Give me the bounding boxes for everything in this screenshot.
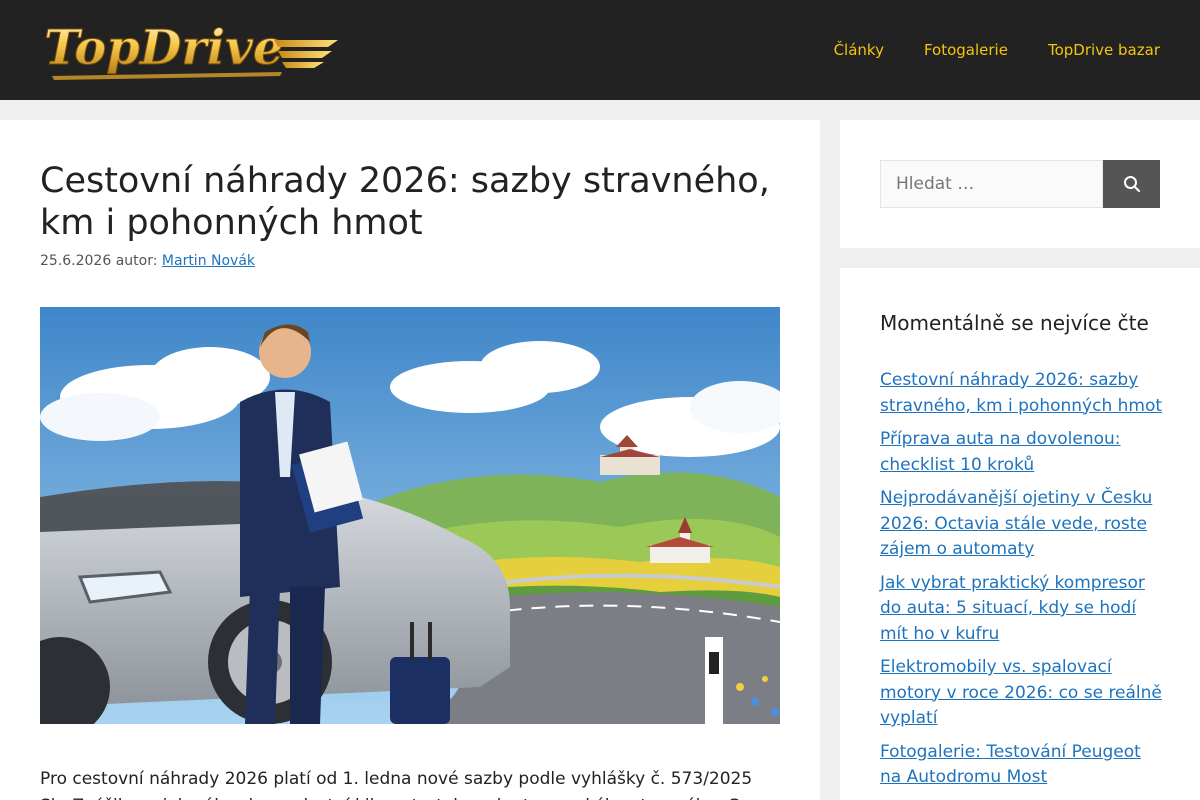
- search-button[interactable]: [1103, 160, 1160, 208]
- search-widget: [840, 120, 1200, 248]
- popular-article-link[interactable]: Fotogalerie: Testování Peugeot na Autodr…: [880, 742, 1141, 788]
- list-item: Cestovní náhrady 2026: sazby stravného, …: [880, 368, 1165, 419]
- search-input[interactable]: [880, 160, 1103, 208]
- article-card: Cestovní náhrady 2026: sazby stravného, …: [0, 120, 820, 800]
- popular-article-link[interactable]: Příprava auta na dovolenou: checklist 10…: [880, 429, 1121, 475]
- popular-article-link[interactable]: Cestovní náhrady 2026: sazby stravného, …: [880, 370, 1162, 416]
- list-item: Elektromobily vs. spalovací motory v roc…: [880, 655, 1165, 732]
- site-header: TopDrive Články Fotogalerie TopDrive baz…: [0, 0, 1200, 100]
- search-icon: [1123, 176, 1140, 192]
- article-title: Cestovní náhrady 2026: sazby stravného, …: [40, 161, 770, 243]
- nav-item-fotogalerie[interactable]: Fotogalerie: [924, 41, 1008, 59]
- popular-articles-list: Cestovní náhrady 2026: sazby stravného, …: [880, 368, 1165, 799]
- popular-article-link[interactable]: Jak vybrat praktický kompresor do auta: …: [880, 573, 1145, 644]
- nav-item-topdrive-bazar[interactable]: TopDrive bazar: [1048, 41, 1160, 59]
- popular-article-link[interactable]: Nejprodávanější ojetiny v Česku 2026: Oc…: [880, 488, 1152, 559]
- popular-articles-widget: Momentálně se nejvíce čte Cestovní náhra…: [840, 268, 1200, 800]
- article-date: 25.6.2026: [40, 253, 112, 269]
- list-item: Příprava auta na dovolenou: checklist 10…: [880, 427, 1165, 478]
- author-link[interactable]: Martin Novák: [162, 253, 255, 269]
- topdrive-logo-icon[interactable]: TopDrive: [42, 14, 342, 86]
- list-item: Jak vybrat praktický kompresor do auta: …: [880, 571, 1165, 648]
- popular-article-link[interactable]: Elektromobily vs. spalovací motory v roc…: [880, 657, 1162, 728]
- list-item: Nejprodávanější ojetiny v Česku 2026: Oc…: [880, 486, 1165, 563]
- author-prefix: autor:: [115, 253, 158, 269]
- nav-item-clanky[interactable]: Články: [834, 41, 884, 59]
- svg-text:TopDrive: TopDrive: [44, 20, 283, 76]
- article-meta: 25.6.2026 autor: Martin Novák: [40, 253, 255, 269]
- article-body: Pro cestovní náhrady 2026 platí od 1. le…: [40, 769, 771, 800]
- list-item: Fotogalerie: Testování Peugeot na Autodr…: [880, 740, 1165, 791]
- hero-illustration-icon: [40, 307, 780, 724]
- main-navigation: Články Fotogalerie TopDrive bazar: [794, 0, 1160, 100]
- popular-widget-title: Momentálně se nejvíce čte: [880, 311, 1149, 335]
